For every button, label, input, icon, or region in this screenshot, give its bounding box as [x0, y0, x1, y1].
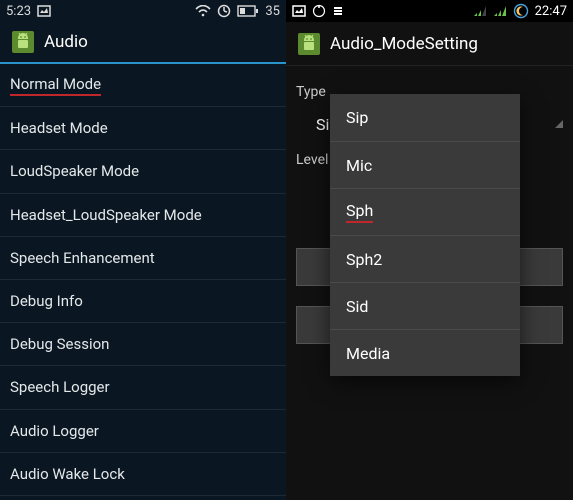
audio-mode-item[interactable]: Debug Session: [0, 323, 286, 366]
audio-mode-item[interactable]: Audio Wake Lock: [0, 453, 286, 496]
audio-mode-item[interactable]: Speech Enhancement: [0, 237, 286, 280]
page-title: Audio_ModeSetting: [330, 34, 478, 54]
wifi-icon: [195, 5, 211, 17]
android-icon: [296, 31, 322, 57]
audio-mode-item-label: Audio Wake Lock: [10, 465, 125, 483]
audio-mode-item[interactable]: Headset_LoudSpeaker Mode: [0, 194, 286, 237]
audio-mode-item-label: Headset Mode: [10, 119, 108, 137]
audio-mode-item-label: Headset_LoudSpeaker Mode: [10, 206, 202, 224]
menu-icon: [332, 5, 344, 17]
signal2-icon: [493, 5, 507, 17]
audio-mode-item[interactable]: Headset Mode: [0, 107, 286, 150]
audio-mode-item[interactable]: Speech Logger: [0, 366, 286, 409]
page-title: Audio: [44, 32, 88, 52]
screen-modesetting: 22:47 Audio_ModeSetting Type Sip Level V…: [286, 0, 573, 500]
screenshot-icon: [292, 5, 306, 17]
type-dropdown-option-label: Sph: [346, 201, 373, 223]
type-dropdown-option[interactable]: Mic: [330, 141, 520, 188]
audio-mode-item-label: Speech Logger: [10, 378, 110, 396]
status-bar-right: 22:47: [286, 0, 573, 22]
audio-mode-list: Normal Mode Headset Mode LoudSpeaker Mode H…: [0, 64, 286, 496]
audio-mode-item-label: Debug Session: [10, 335, 109, 353]
audio-mode-item[interactable]: Debug Info: [0, 280, 286, 323]
audio-mode-item-label: Speech Enhancement: [10, 249, 155, 267]
type-dropdown[interactable]: Sip Mic Sph Sph2 Sid Media: [330, 94, 520, 376]
screenshot-icon: [37, 5, 51, 17]
audio-mode-item[interactable]: LoudSpeaker Mode: [0, 150, 286, 193]
type-dropdown-option-label: Media: [346, 344, 390, 363]
type-dropdown-option[interactable]: Sip: [330, 94, 520, 141]
moon-icon: [513, 3, 529, 19]
orientation-icon: [312, 4, 326, 18]
status-battery: 35: [265, 4, 280, 19]
screen-audio: 5:23 35: [0, 0, 286, 500]
title-bar: Audio: [0, 22, 286, 64]
audio-mode-item[interactable]: Audio Logger: [0, 410, 286, 453]
battery-icon: [237, 5, 259, 17]
type-dropdown-option[interactable]: Media: [330, 329, 520, 376]
type-dropdown-option-label: Sid: [346, 297, 368, 316]
audio-mode-item-label: Audio Logger: [10, 422, 99, 440]
audio-mode-item-label: Debug Info: [10, 292, 83, 310]
audio-mode-item[interactable]: Normal Mode: [0, 64, 286, 107]
status-time: 22:47: [535, 4, 567, 19]
type-dropdown-option[interactable]: Sph2: [330, 235, 520, 282]
audio-mode-item-label: LoudSpeaker Mode: [10, 162, 139, 180]
type-dropdown-option-label: Mic: [346, 156, 372, 175]
audio-mode-item-label: Normal Mode: [10, 75, 101, 96]
type-dropdown-option-label: Sph2: [346, 250, 382, 269]
type-dropdown-option[interactable]: Sid: [330, 282, 520, 329]
status-time: 5:23: [6, 4, 31, 19]
status-bar-left: 5:23 35: [0, 0, 286, 22]
signal1-icon: [473, 5, 487, 17]
type-dropdown-option-label: Sip: [346, 108, 368, 127]
clock-icon: [217, 4, 231, 18]
dropdown-triangle-icon: [555, 120, 563, 128]
android-icon: [10, 29, 36, 55]
title-bar: Audio_ModeSetting: [286, 22, 573, 66]
type-dropdown-option[interactable]: Sph: [330, 188, 520, 235]
